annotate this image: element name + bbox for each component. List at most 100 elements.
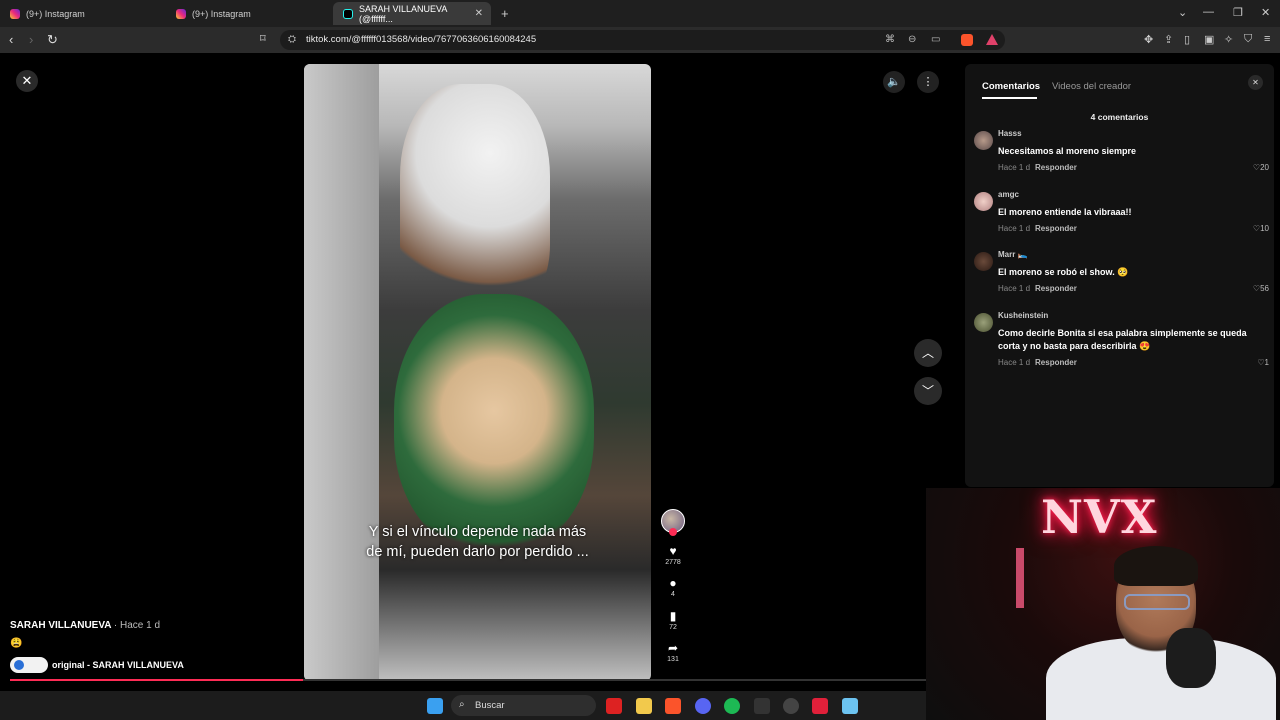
translate-icon[interactable]: ⌘ [885, 34, 895, 45]
webcam-overlay: NVX [926, 488, 1280, 720]
comment-time: Hace 1 d [998, 358, 1031, 367]
volume-button[interactable]: 🔈 [883, 71, 905, 93]
share-icon[interactable]: ⇪ [1164, 33, 1173, 46]
close-icon: ✕ [1252, 78, 1259, 87]
video-player[interactable]: Y si el vínculo depende nada más de mí, … [304, 64, 651, 681]
minimize-icon[interactable]: — [1203, 6, 1214, 18]
comment-like-button[interactable]: ♡20 [1253, 163, 1269, 172]
comment-like-button[interactable]: ♡1 [1257, 358, 1269, 367]
extensions-icon[interactable]: ✥ [1144, 33, 1153, 46]
comment-like-count: 10 [1260, 224, 1269, 233]
sound-label: original - SARAH VILLANUEVA [52, 660, 184, 670]
save-button[interactable]: ▮ 72 [663, 610, 683, 633]
comment-meta: Hace 1 d Responder [998, 358, 1077, 367]
close-window-icon[interactable]: ✕ [1261, 6, 1270, 19]
tab-comments[interactable]: Comentarios [982, 81, 1040, 92]
instagram-icon [10, 8, 20, 19]
tab-tiktok[interactable]: SARAH VILLANUEVA (@ffffff... ✕ [333, 2, 491, 25]
brave-browser-icon[interactable] [665, 698, 681, 714]
video-frame-seat [304, 64, 379, 681]
back-icon[interactable]: ‹ [9, 32, 13, 47]
tab-label: (9+) Instagram [192, 8, 251, 19]
comment-button[interactable]: ● 4 [663, 577, 683, 600]
comment-meta: Hace 1 d Responder [998, 163, 1077, 172]
chevron-down-icon: ﹀ [921, 384, 934, 398]
share-arrow-icon: ➦ [667, 641, 679, 655]
taskbar-search[interactable]: ⌕ Buscar [451, 695, 596, 716]
comment-like-button[interactable]: ♡10 [1253, 224, 1269, 233]
close-video-button[interactable]: ✕ [16, 70, 38, 92]
headphones [1166, 628, 1216, 688]
restore-icon[interactable]: ❐ [1233, 6, 1243, 19]
wallet-icon[interactable]: ▣ [1204, 33, 1214, 46]
comment-meta: Hace 1 d Responder [998, 284, 1077, 293]
bookmark-icon: ▮ [669, 609, 677, 623]
site-info-icon[interactable]: ⛭ [288, 34, 296, 45]
follow-plus-icon[interactable] [669, 528, 677, 536]
forward-icon[interactable]: › [29, 32, 33, 47]
windows-start-icon[interactable] [427, 698, 443, 714]
commenter-avatar[interactable] [974, 131, 993, 150]
windows-taskbar: ⌕ Buscar [0, 691, 926, 720]
video-progress-bar[interactable] [10, 679, 926, 681]
app-icon[interactable] [812, 698, 828, 714]
vpn-icon[interactable]: ⛉ [1244, 33, 1252, 46]
leo-icon[interactable]: ✧ [1224, 33, 1233, 46]
comment-text: El moreno se robó el show. 🥺 [998, 267, 1129, 277]
tab-creator-videos[interactable]: Videos del creador [1052, 81, 1131, 92]
more-options-button[interactable]: ⋮ [917, 71, 939, 93]
new-tab-icon[interactable]: + [501, 6, 509, 21]
previous-video-button[interactable]: ︿ [914, 339, 942, 367]
commenter-avatar[interactable] [974, 192, 993, 211]
brave-shields-icon[interactable] [961, 34, 973, 46]
comment-like-button[interactable]: ♡56 [1253, 284, 1269, 293]
spotify-icon[interactable] [724, 698, 740, 714]
address-bar[interactable]: ⛭ tiktok.com/@ffffff013568/video/7677063… [280, 30, 1005, 50]
reply-button[interactable]: Responder [1035, 284, 1077, 293]
commenter-name[interactable]: Marr 🛌 [998, 250, 1028, 259]
close-panel-button[interactable]: ✕ [1248, 75, 1263, 90]
obs-icon[interactable] [783, 698, 799, 714]
active-tab-underline [982, 97, 1037, 99]
comment-count-label: 4 comentarios [1090, 112, 1149, 122]
music-toggle[interactable] [10, 657, 48, 673]
tab-instagram-1[interactable]: (9+) Instagram [0, 2, 166, 25]
commenter-avatar[interactable] [974, 252, 993, 271]
tab-list-icon[interactable]: ⌄ [1178, 6, 1187, 19]
tab-instagram-2[interactable]: (9+) Instagram [166, 2, 332, 25]
next-video-button[interactable]: ﹀ [914, 377, 942, 405]
comment-text: El moreno entiende la vibraaa!! [998, 207, 1132, 217]
zoom-icon[interactable]: ⊖ [908, 34, 916, 45]
file-explorer-icon[interactable] [636, 698, 652, 714]
app-icon[interactable] [842, 698, 858, 714]
menu-icon[interactable]: ≡ [1264, 33, 1270, 45]
author-name[interactable]: SARAH VILLANUEVA [10, 620, 111, 631]
music-icon [14, 660, 24, 670]
youtube-icon[interactable] [606, 698, 622, 714]
bookmark-icon[interactable]: ⌑ [260, 32, 266, 45]
discord-icon[interactable] [695, 698, 711, 714]
video-caption: Y si el vínculo depende nada más de mí, … [366, 524, 589, 560]
save-count: 72 [669, 624, 677, 631]
reload-icon[interactable]: ↻ [47, 32, 58, 48]
reply-button[interactable]: Responder [1035, 163, 1077, 172]
browser-tab-strip: (9+) Instagram (9+) Instagram SARAH VILL… [0, 0, 1280, 27]
app-icon[interactable] [754, 698, 770, 714]
sidebar-icon[interactable]: ▯ [1184, 33, 1190, 46]
commenter-avatar[interactable] [974, 313, 993, 332]
commenter-name[interactable]: Hasss [998, 129, 1022, 138]
reply-button[interactable]: Responder [1035, 358, 1077, 367]
post-time: · Hace 1 d [113, 620, 161, 631]
commenter-name[interactable]: Kusheinstein [998, 311, 1048, 320]
comments-panel: Comentarios Videos del creador ✕ 4 comen… [965, 64, 1274, 487]
sound-link[interactable]: original - SARAH VILLANUEVA [10, 657, 184, 673]
like-button[interactable]: ♥ 2778 [663, 545, 683, 568]
cast-icon[interactable]: ▭ [931, 34, 940, 45]
brave-rewards-icon[interactable] [986, 34, 998, 45]
close-tab-icon[interactable]: ✕ [475, 8, 483, 19]
comment-text: Como decirle Bonita si esa palabra simpl… [998, 328, 1247, 351]
commenter-name[interactable]: amgc [998, 190, 1019, 199]
share-button[interactable]: ➦ 131 [663, 642, 683, 665]
reply-button[interactable]: Responder [1035, 224, 1077, 233]
heart-icon: ♥ [669, 544, 677, 558]
